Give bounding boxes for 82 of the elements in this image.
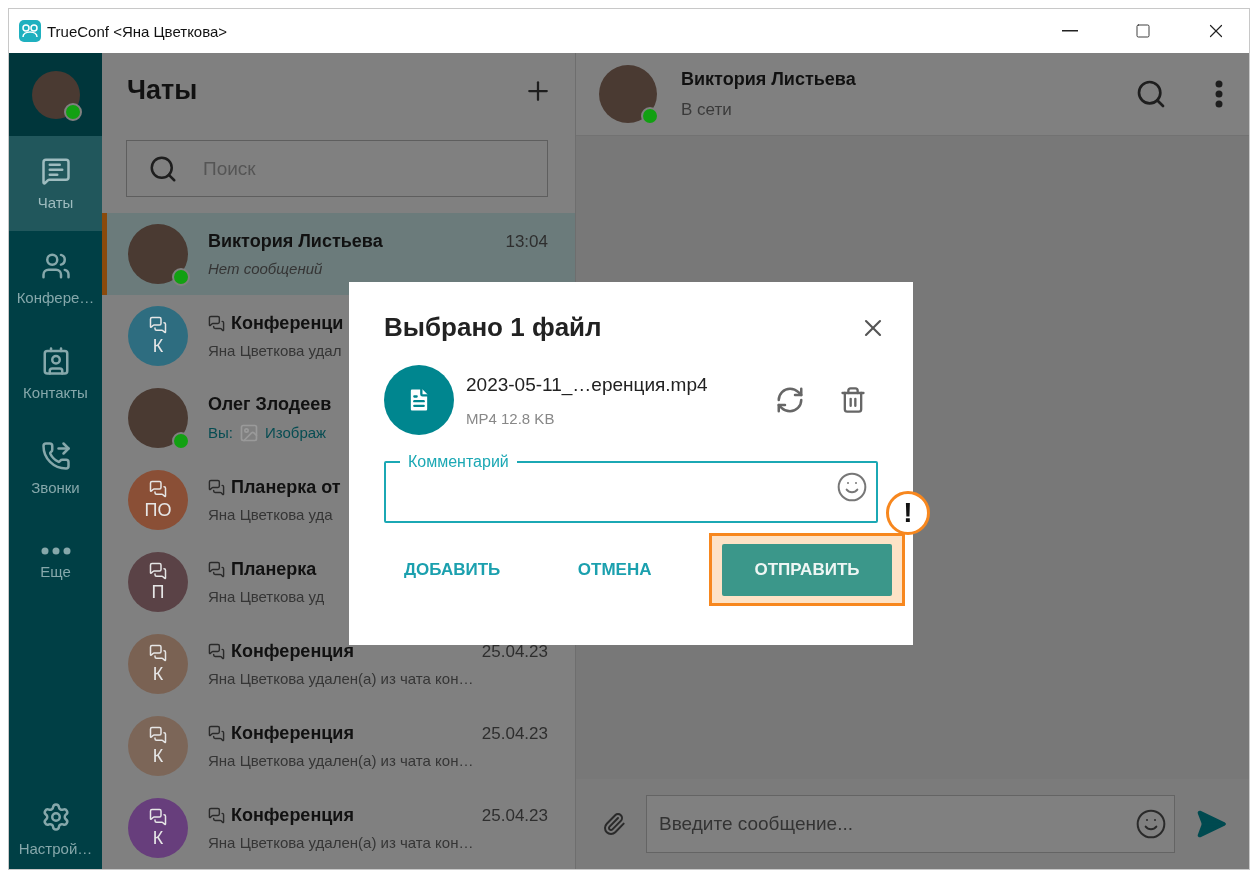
- file-meta: MP4 12.8 KB: [466, 409, 556, 427]
- more-icon: [40, 547, 71, 555]
- send-icon: [1195, 808, 1227, 840]
- chat-row[interactable]: К Конференция 25.04.23 Яна Цветкова удален(а) из чата кон…: [102, 705, 575, 787]
- chat-bubble-icon: [40, 156, 71, 186]
- nav-item[interactable]: Контакты: [9, 326, 102, 421]
- phone-icon: [40, 441, 71, 471]
- group-chat-icon: [208, 479, 225, 496]
- chat-preview: Яна Цветкова уд: [208, 588, 325, 605]
- chat-name: Планерка от: [231, 477, 341, 498]
- chat-name: Олег Злодеев: [208, 393, 332, 415]
- group-chat-icon: [208, 643, 225, 660]
- sender-label: Вы:: [208, 424, 233, 441]
- chat-time: 25.04.23: [481, 805, 548, 826]
- dialog-button[interactable]: ОТМЕНА: [557, 547, 672, 592]
- search-button[interactable]: [1135, 78, 1167, 110]
- nav-item[interactable]: Чаты: [9, 136, 102, 231]
- emoji-icon[interactable]: [836, 471, 868, 503]
- dialog-title: Выбрано 1 файл: [384, 312, 602, 343]
- settings-icon: [40, 801, 71, 832]
- contact-name: Виктория Листьева: [681, 68, 857, 90]
- chat-preview: Яна Цветкова уда: [208, 506, 333, 523]
- contact-status: В сети: [681, 99, 733, 120]
- group-chat-icon: [208, 561, 225, 578]
- app-logo-icon: [19, 20, 41, 42]
- chat-name: Конференция: [231, 723, 354, 744]
- delete-file-button[interactable]: [839, 386, 867, 414]
- photo-placeholder: [599, 65, 657, 123]
- search-icon: [1135, 78, 1167, 110]
- paperclip-icon: [602, 812, 626, 836]
- chat-preview: Яна Цветкова удален(а) из чата кон…: [208, 834, 474, 851]
- menu-button[interactable]: [1215, 80, 1223, 108]
- trash-icon: [839, 386, 867, 414]
- chat-row[interactable]: Виктория Листьева 13:04 Нет сообщений: [102, 213, 575, 295]
- nav-item[interactable]: Звонки: [9, 421, 102, 516]
- settings-nav-item[interactable]: Настрой…: [9, 789, 102, 869]
- chat-name: Конференция: [231, 805, 354, 826]
- group-chat-icon: [208, 807, 225, 824]
- group-avatar: ПО: [128, 470, 188, 530]
- chat-name: Конференция: [231, 641, 354, 662]
- chat-name: Виктория Листьева: [208, 231, 383, 252]
- chat-preview: Яна Цветкова удал: [208, 342, 342, 359]
- chat-row[interactable]: К Конференция 25.04.23 Яна Цветкова удален(а) из чата кон…: [102, 787, 575, 869]
- chat-preview: Яна Цветкова удален(а) из чата кон…: [208, 752, 474, 769]
- dialog-button[interactable]: ДОБАВИТЬ: [384, 547, 521, 592]
- chat-preview: Нет сообщений: [208, 260, 323, 277]
- window-title: TrueConf <Яна Цветкова>: [47, 22, 229, 40]
- chat-row[interactable]: К Конференция 25.04.23 Яна Цветкова удален(а) из чата кон…: [102, 623, 575, 705]
- send-file-button[interactable]: ОТПРАВИТЬ: [722, 544, 892, 596]
- chat-preview: Яна Цветкова удален(а) из чата кон…: [208, 670, 474, 687]
- group-avatar: К: [128, 716, 188, 776]
- chat-name: Конференци: [231, 313, 344, 334]
- chat-name: Планерка: [231, 559, 317, 580]
- chat-preview: Изображ: [264, 424, 327, 441]
- maximize-icon: [1134, 23, 1151, 39]
- chat-time: 25.04.23: [481, 723, 548, 744]
- refresh-icon: [775, 385, 805, 415]
- menu-icon: [1215, 80, 1223, 108]
- chat-time: 13:04: [505, 231, 548, 252]
- group-avatar: К: [128, 634, 188, 694]
- people-group-icon: [40, 251, 71, 281]
- comment-field[interactable]: Комментарий: [384, 453, 878, 523]
- replace-file-button[interactable]: [775, 385, 805, 415]
- group-chat-icon: [208, 315, 225, 332]
- nav-item[interactable]: Конфере…: [9, 231, 102, 326]
- photo-placeholder: [128, 388, 188, 448]
- attach-button[interactable]: [602, 812, 626, 836]
- minimize-icon: [1061, 30, 1078, 32]
- send-button[interactable]: [1195, 808, 1227, 840]
- group-avatar: К: [128, 306, 188, 366]
- emoji-icon[interactable]: [1135, 808, 1167, 840]
- photo-placeholder: [128, 224, 188, 284]
- alert-badge: !: [886, 491, 930, 535]
- chat-time: 25.04.23: [481, 641, 548, 662]
- contact-card-icon: [40, 346, 71, 376]
- group-chat-icon: [208, 725, 225, 742]
- group-avatar: П: [128, 552, 188, 612]
- group-avatar: К: [128, 798, 188, 858]
- list-title: Чаты: [127, 75, 198, 106]
- file-name: 2023-05-11_…еренция.mp4: [466, 373, 709, 396]
- nav-item[interactable]: Еще: [9, 516, 102, 611]
- message-field[interactable]: Введите сообщение...: [646, 795, 1175, 853]
